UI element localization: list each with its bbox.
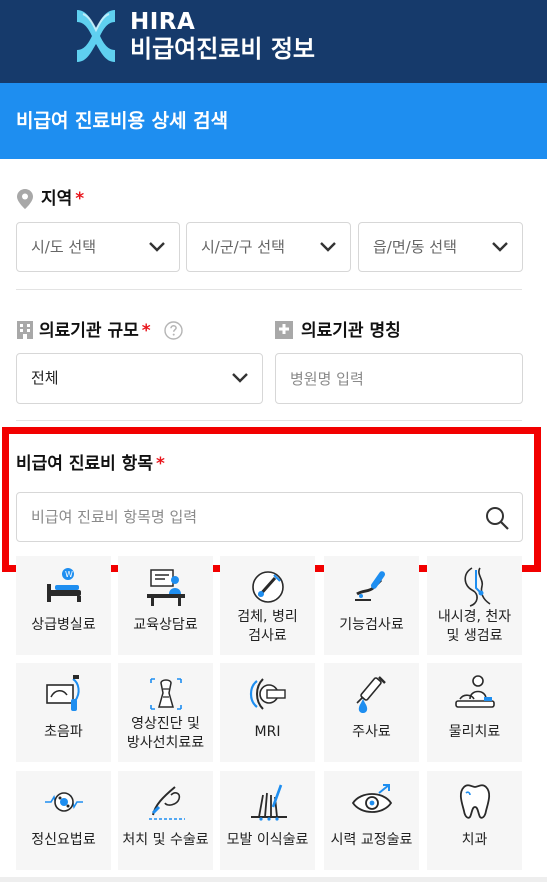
hair-transplant-icon [251,784,287,821]
category-tile[interactable]: 치과 [427,771,522,870]
eupmyeondong-select[interactable]: 읍/면/동 선택 [358,222,523,272]
svg-text:W: W [65,570,73,579]
page-title: 비급여 진료비용 상세 검색 [16,110,229,132]
chevron-down-icon [149,242,165,252]
brand-name: HIRA [130,9,196,35]
required-mark: * [155,454,165,474]
category-label: 주사료 [352,724,391,740]
surgery-icon [149,786,185,820]
category-tile[interactable]: 처치 및 수술료 [118,771,213,870]
mri-icon [249,678,286,710]
category-label: 시력 교정술료 [330,832,413,848]
category-tile[interactable]: 내시경, 천자 및 생검료 [427,556,522,655]
institution-scale-value: 전체 [31,369,59,387]
category-label: 검체, 병리 검사료 [237,609,298,644]
category-label: 정신요법료 [31,832,96,848]
institution-scale-label: 의료기관 규모 * [39,321,151,341]
category-label: 내시경, 천자 및 생검료 [437,609,512,644]
institution-scale-select[interactable]: 전체 [16,353,263,404]
category-label: 기능검사료 [339,617,404,633]
category-label: MRI [254,724,281,740]
tooth-icon [459,784,491,819]
help-icon[interactable] [164,321,183,340]
sigungu-select-value: 시/군/구 선택 [201,238,285,256]
sigungu-select[interactable]: 시/군/구 선택 [186,222,351,272]
hospital-bed-icon: W [47,568,81,602]
eupmyeondong-select-value: 읍/면/동 선택 [373,238,457,256]
category-tile[interactable]: 정신요법료 [16,771,111,870]
title-bar: 비급여 진료비용 상세 검색 [0,83,547,159]
category-label: 초음파 [44,724,83,740]
app-header: HIRA 비급여진료비 정보 [0,0,547,83]
institution-name-input[interactable] [276,354,522,403]
radiology-icon [150,678,182,710]
bottom-divider [0,877,547,882]
required-mark: * [75,189,85,209]
endoscope-icon [464,567,491,607]
sido-select[interactable]: 시/도 선택 [16,222,180,272]
divider [16,289,522,290]
brand-subtitle: 비급여진료비 정보 [130,35,315,63]
counseling-icon [147,569,185,606]
category-tile[interactable]: 주사료 [324,663,419,762]
category-tile[interactable]: 기능검사료 [324,556,419,655]
category-label: 영상진단 및 방사선치료료 [126,716,205,751]
function-test-icon [355,571,386,601]
category-tile[interactable]: 교육상담료 [118,556,213,655]
required-mark: * [141,321,151,341]
location-pin-icon [17,189,33,209]
category-tile[interactable]: W 상급병실료 [16,556,111,655]
chevron-down-icon [320,242,336,252]
hira-logo-icon [77,10,115,62]
item-search-field[interactable] [16,492,523,542]
category-label: 물리치료 [448,724,501,740]
region-label: 지역 * [41,189,85,209]
ultrasound-icon [46,675,80,711]
category-label: 상급병실료 [31,617,96,633]
category-label: 모발 이식술료 [226,832,309,848]
category-label: 처치 및 수술료 [122,832,209,848]
chevron-down-icon [492,242,508,252]
search-icon[interactable] [485,506,509,530]
category-tile[interactable]: MRI [220,663,315,762]
eye-icon [351,784,393,813]
category-tile[interactable]: 모발 이식술료 [220,771,315,870]
physical-therapy-icon [455,675,495,708]
category-tile[interactable]: 영상진단 및 방사선치료료 [118,663,213,762]
divider [16,420,522,421]
category-label: 치과 [461,832,488,848]
specimen-icon [252,571,284,603]
category-tile[interactable]: 물리치료 [427,663,522,762]
category-tile[interactable]: 시력 교정술료 [324,771,419,870]
building-icon [17,321,33,339]
category-tile[interactable]: 초음파 [16,663,111,762]
item-label: 비급여 진료비 항목 * [16,454,165,474]
sido-select-value: 시/도 선택 [31,238,97,256]
chevron-down-icon [232,373,248,383]
syringe-icon [356,676,386,713]
institution-name-field[interactable] [275,353,523,404]
hospital-icon [275,321,293,339]
category-tile[interactable]: 검체, 병리 검사료 [220,556,315,655]
category-label: 교육상담료 [133,617,198,633]
institution-name-label: 의료기관 명칭 [301,321,401,341]
item-search-input[interactable] [17,493,522,541]
brain-wave-icon [45,792,83,812]
